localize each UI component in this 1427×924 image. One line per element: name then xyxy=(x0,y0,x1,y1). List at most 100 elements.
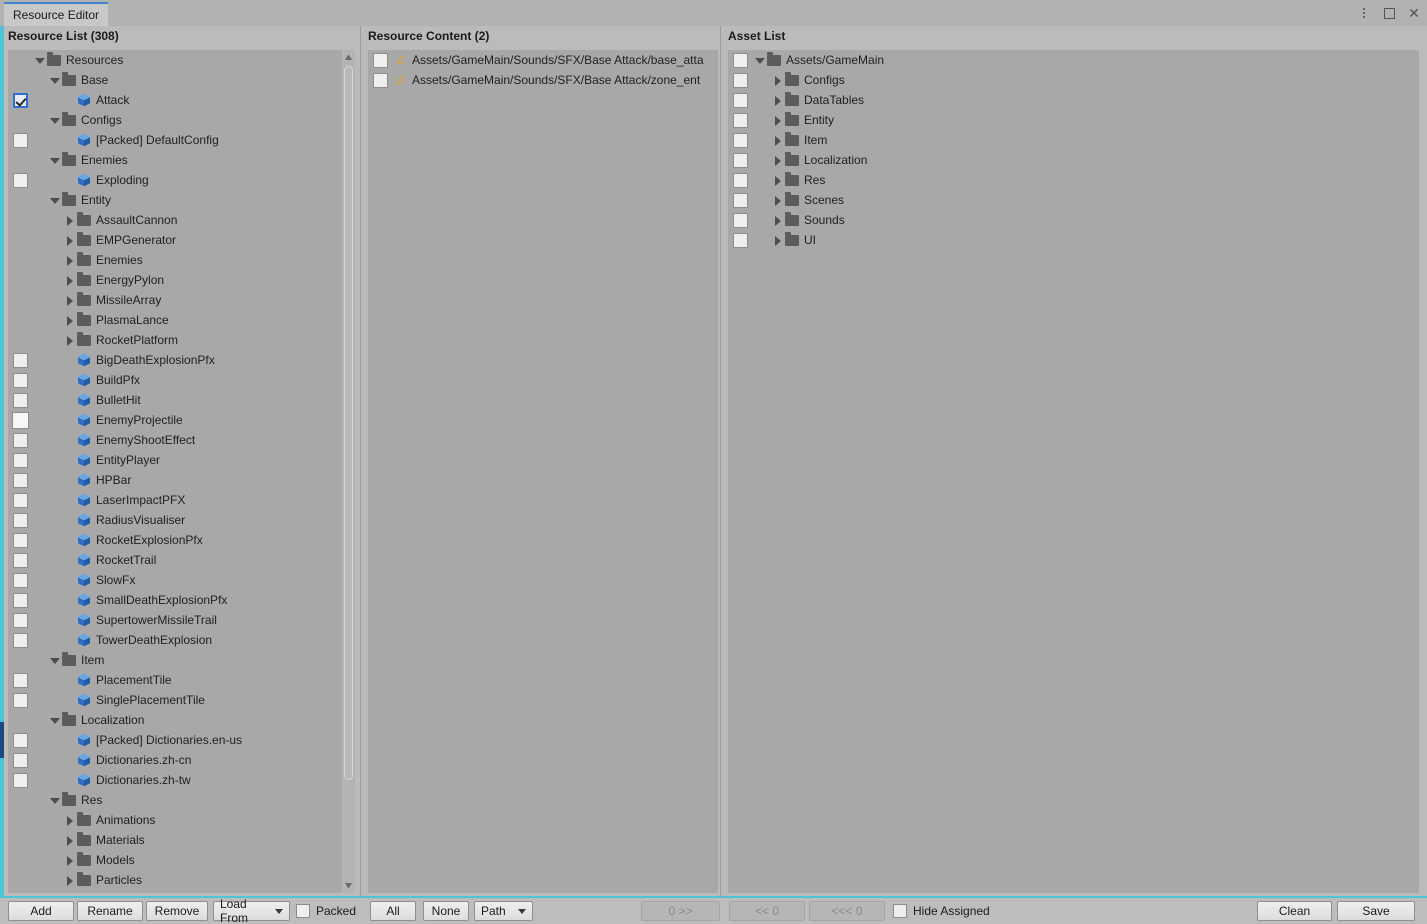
tree-row[interactable]: Assets/GameMain xyxy=(728,50,1419,70)
tree-row[interactable]: [Packed] Dictionaries.en-us xyxy=(8,730,355,750)
tree-row[interactable]: Materials xyxy=(8,830,355,850)
content-item-checkbox[interactable] xyxy=(373,72,388,88)
chevron-right-icon[interactable] xyxy=(64,315,75,326)
tree-row[interactable]: Attack xyxy=(8,90,355,110)
resource-item-checkbox[interactable] xyxy=(13,352,28,368)
chevron-right-icon[interactable] xyxy=(64,255,75,266)
chevron-down-icon[interactable] xyxy=(49,715,60,726)
resource-item-checkbox[interactable] xyxy=(13,612,28,628)
tree-row[interactable]: PlacementTile xyxy=(8,670,355,690)
asset-item-checkbox[interactable] xyxy=(733,152,748,168)
chevron-right-icon[interactable] xyxy=(64,855,75,866)
asset-item-checkbox[interactable] xyxy=(733,72,748,88)
kebab-menu-icon[interactable] xyxy=(1357,6,1371,20)
tree-row[interactable]: Enemies xyxy=(8,250,355,270)
resource-item-checkbox[interactable] xyxy=(13,752,28,768)
resource-item-checkbox[interactable] xyxy=(13,492,28,508)
chevron-right-icon[interactable] xyxy=(64,215,75,226)
tree-row[interactable]: Configs xyxy=(728,70,1419,90)
tree-row[interactable]: RocketExplosionPfx xyxy=(8,530,355,550)
chevron-right-icon[interactable] xyxy=(64,835,75,846)
tree-row[interactable]: HPBar xyxy=(8,470,355,490)
tree-row[interactable]: UI xyxy=(728,230,1419,250)
tree-row[interactable]: Res xyxy=(8,790,355,810)
tree-row[interactable]: Item xyxy=(8,650,355,670)
resource-item-checkbox[interactable] xyxy=(13,552,28,568)
chevron-right-icon[interactable] xyxy=(772,75,783,86)
assign-forward-button[interactable]: 0 >> xyxy=(641,901,720,921)
chevron-down-icon[interactable] xyxy=(49,195,60,206)
remove-button[interactable]: Remove xyxy=(146,901,208,921)
tree-row[interactable]: EMPGenerator xyxy=(8,230,355,250)
content-row[interactable]: ♫ Assets/GameMain/Sounds/SFX/Base Attack/… xyxy=(368,70,718,90)
all-button[interactable]: All xyxy=(370,901,416,921)
resource-item-checkbox[interactable] xyxy=(13,692,28,708)
resource-item-checkbox[interactable] xyxy=(13,772,28,788)
resource-item-checkbox[interactable] xyxy=(13,512,28,528)
tree-row[interactable]: Exploding xyxy=(8,170,355,190)
tree-row[interactable]: MissileArray xyxy=(8,290,355,310)
asset-item-checkbox[interactable] xyxy=(733,112,748,128)
asset-item-checkbox[interactable] xyxy=(733,192,748,208)
tree-row[interactable]: Dictionaries.zh-cn xyxy=(8,750,355,770)
assign-back-all-button[interactable]: <<< 0 xyxy=(809,901,885,921)
asset-item-checkbox[interactable] xyxy=(733,52,748,68)
panel-divider-right[interactable] xyxy=(720,26,721,898)
packed-checkbox-box[interactable] xyxy=(296,904,310,918)
chevron-right-icon[interactable] xyxy=(772,155,783,166)
tree-row[interactable]: Particles xyxy=(8,870,355,890)
content-item-checkbox[interactable] xyxy=(373,52,388,68)
tree-row[interactable]: [Packed] DefaultConfig xyxy=(8,130,355,150)
chevron-down-icon[interactable] xyxy=(34,55,45,66)
chevron-right-icon[interactable] xyxy=(64,335,75,346)
tree-row[interactable]: RadiusVisualiser xyxy=(8,510,355,530)
tree-row[interactable]: SmallDeathExplosionPfx xyxy=(8,590,355,610)
resource-item-checkbox[interactable] xyxy=(13,592,28,608)
tab-resource-editor[interactable]: Resource Editor xyxy=(4,2,108,26)
chevron-right-icon[interactable] xyxy=(772,115,783,126)
tree-row[interactable]: SupertowerMissileTrail xyxy=(8,610,355,630)
chevron-right-icon[interactable] xyxy=(772,195,783,206)
chevron-right-icon[interactable] xyxy=(772,215,783,226)
chevron-right-icon[interactable] xyxy=(64,235,75,246)
resource-item-checkbox[interactable] xyxy=(13,532,28,548)
chevron-down-icon[interactable] xyxy=(49,655,60,666)
tree-row[interactable]: Dictionaries.zh-tw xyxy=(8,770,355,790)
resource-item-checkbox[interactable] xyxy=(13,472,28,488)
tree-row[interactable]: EnemyProjectile xyxy=(8,410,355,430)
tree-row[interactable]: Entity xyxy=(728,110,1419,130)
content-row[interactable]: ♫ Assets/GameMain/Sounds/SFX/Base Attack/… xyxy=(368,50,718,70)
chevron-right-icon[interactable] xyxy=(772,135,783,146)
scrollbar-thumb[interactable] xyxy=(344,66,353,780)
chevron-right-icon[interactable] xyxy=(64,815,75,826)
tree-row[interactable]: Resources xyxy=(8,50,355,70)
resource-item-checkbox[interactable] xyxy=(13,372,28,388)
resource-item-checkbox[interactable] xyxy=(12,411,29,429)
chevron-down-icon[interactable] xyxy=(49,75,60,86)
tree-row[interactable]: Base xyxy=(8,70,355,90)
resource-list-scrollbar[interactable] xyxy=(342,50,355,893)
assign-back-button[interactable]: << 0 xyxy=(729,901,805,921)
resource-item-checkbox[interactable] xyxy=(13,432,28,448)
tree-row[interactable]: Scenes xyxy=(728,190,1419,210)
rename-button[interactable]: Rename xyxy=(77,901,143,921)
chevron-right-icon[interactable] xyxy=(772,175,783,186)
resource-item-checkbox[interactable] xyxy=(13,172,28,188)
chevron-right-icon[interactable] xyxy=(772,235,783,246)
tree-row[interactable]: BulletHit xyxy=(8,390,355,410)
asset-item-checkbox[interactable] xyxy=(733,92,748,108)
save-button[interactable]: Save xyxy=(1337,901,1415,921)
chevron-right-icon[interactable] xyxy=(64,295,75,306)
tree-row[interactable]: AssaultCannon xyxy=(8,210,355,230)
hide-assigned-checkbox-box[interactable] xyxy=(893,904,907,918)
tree-row[interactable]: Configs xyxy=(8,110,355,130)
tree-row[interactable]: Models xyxy=(8,850,355,870)
tree-row[interactable]: BigDeathExplosionPfx xyxy=(8,350,355,370)
close-icon[interactable]: ✕ xyxy=(1407,6,1421,20)
tree-row[interactable]: LaserImpactPFX xyxy=(8,490,355,510)
tree-row[interactable]: PlasmaLance xyxy=(8,310,355,330)
tree-row[interactable]: TowerDeathExplosion xyxy=(8,630,355,650)
panel-divider-left[interactable] xyxy=(360,26,361,898)
add-button[interactable]: Add xyxy=(8,901,74,921)
chevron-right-icon[interactable] xyxy=(64,875,75,886)
